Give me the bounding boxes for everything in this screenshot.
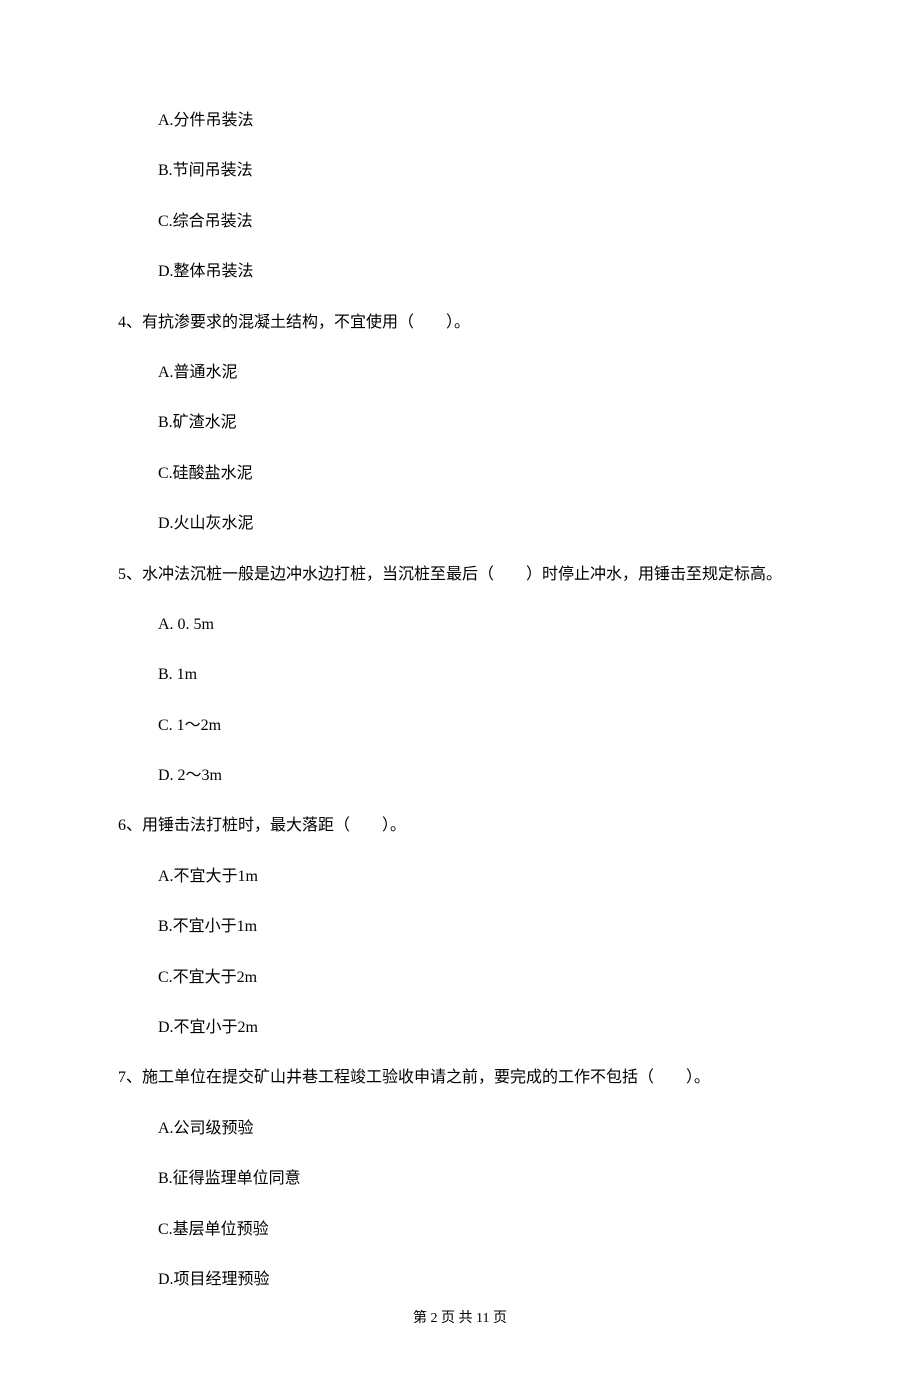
q6-option-c: C.不宜大于2m [158, 967, 802, 989]
q7-option-a: A.公司级预验 [158, 1118, 802, 1140]
q4-option-a: A.普通水泥 [158, 362, 802, 384]
q4-option-d: D.火山灰水泥 [158, 513, 802, 535]
q4-text: 4、有抗渗要求的混凝土结构，不宜使用（ ）。 [118, 312, 802, 334]
q6-option-b: B.不宜小于1m [158, 916, 802, 938]
q3-option-d: D.整体吊装法 [158, 261, 802, 283]
q7-option-d: D.项目经理预验 [158, 1269, 802, 1291]
q5-text: 5、水冲法沉桩一般是边冲水边打桩，当沉桩至最后（ ）时停止冲水，用锤击至规定标高… [118, 564, 802, 586]
q7-text: 7、施工单位在提交矿山井巷工程竣工验收申请之前，要完成的工作不包括（ ）。 [118, 1067, 802, 1089]
page-content: A.分件吊装法 B.节间吊装法 C.综合吊装法 D.整体吊装法 4、有抗渗要求的… [0, 0, 920, 1379]
q3-option-c: C.综合吊装法 [158, 211, 802, 233]
q6-option-a: A.不宜大于1m [158, 866, 802, 888]
q6-text: 6、用锤击法打桩时，最大落距（ ）。 [118, 815, 802, 837]
q4-option-c: C.硅酸盐水泥 [158, 463, 802, 485]
q3-option-a: A.分件吊装法 [158, 110, 802, 132]
q5-option-c: C. 1～2m [158, 715, 802, 737]
q7-option-c: C.基层单位预验 [158, 1219, 802, 1241]
q4-option-b: B.矿渣水泥 [158, 412, 802, 434]
q5-option-b: B. 1m [158, 664, 802, 686]
q3-option-b: B.节间吊装法 [158, 160, 802, 182]
q7-option-b: B.征得监理单位同意 [158, 1168, 802, 1190]
q6-option-d: D.不宜小于2m [158, 1017, 802, 1039]
page-footer: 第 2 页 共 11 页 [0, 1307, 920, 1327]
q5-option-a: A. 0. 5m [158, 614, 802, 636]
q5-option-d: D. 2～3m [158, 765, 802, 787]
